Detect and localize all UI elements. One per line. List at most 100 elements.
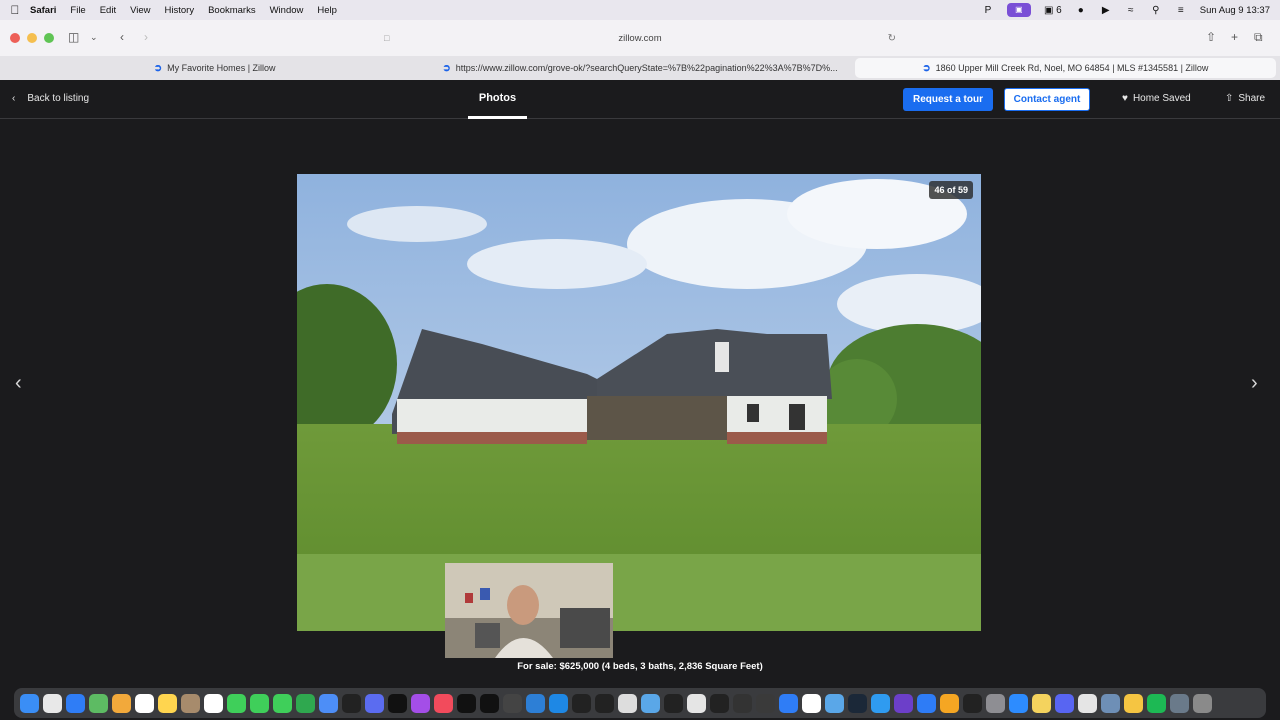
sim-icon[interactable] [756, 693, 775, 713]
keynote-icon[interactable] [917, 693, 936, 713]
notion-icon[interactable] [802, 693, 821, 713]
minimize-window-button[interactable] [27, 33, 37, 43]
contact-agent-button[interactable]: Contact agent [1004, 88, 1090, 111]
menu-window[interactable]: Window [270, 5, 304, 16]
creative-cloud-icon[interactable]: ● [1075, 5, 1087, 16]
tiktok-icon[interactable] [457, 693, 476, 713]
screen-icon[interactable] [733, 693, 752, 713]
notes-icon[interactable] [158, 693, 177, 713]
notes-app-icon[interactable] [1032, 693, 1051, 713]
play-icon[interactable]: ▶ [1100, 5, 1112, 16]
finder-icon[interactable] [20, 693, 39, 713]
cursor-icon[interactable] [572, 693, 591, 713]
testflight-icon[interactable] [825, 693, 844, 713]
wifi-icon[interactable]: ≈ [1125, 5, 1137, 16]
share-toolbar-icon[interactable]: ⇧ [1206, 30, 1216, 44]
back-to-listing-link[interactable]: ‹ Back to listing [12, 93, 89, 104]
photo-counter: 46 of 59 [929, 181, 973, 199]
clock[interactable]: Sun Aug 9 13:37 [1200, 5, 1270, 16]
back-arrow-icon[interactable]: ‹ [120, 30, 124, 44]
screen-share-icon[interactable]: ▣ [1006, 3, 1031, 17]
phone-icon[interactable] [273, 693, 292, 713]
zoom-icon[interactable] [1009, 693, 1028, 713]
previous-photo-arrow[interactable]: ‹ [15, 372, 22, 395]
menu-file[interactable]: File [70, 5, 85, 16]
downloads-icon[interactable] [1170, 693, 1189, 713]
menu-view[interactable]: View [130, 5, 150, 16]
zoom-window-button[interactable] [44, 33, 54, 43]
terminal-icon[interactable] [710, 693, 729, 713]
tab-label: 1860 Upper Mill Creek Rd, Noel, MO 64854… [935, 63, 1209, 73]
control-center-icon[interactable]: ≡ [1175, 5, 1187, 16]
chatgpt-icon[interactable] [480, 693, 499, 713]
arc-icon[interactable] [365, 693, 384, 713]
menu-edit[interactable]: Edit [100, 5, 116, 16]
new-tab-icon[interactable]: + [1231, 30, 1238, 44]
stocks-icon[interactable] [342, 693, 361, 713]
calendar-icon[interactable] [135, 693, 154, 713]
folder-icon[interactable] [641, 693, 660, 713]
contacts-icon[interactable] [181, 693, 200, 713]
numbers-icon[interactable] [296, 693, 315, 713]
music-icon[interactable] [434, 693, 453, 713]
share-button[interactable]: ⇧ Share [1225, 93, 1265, 104]
vscode-icon[interactable] [526, 693, 545, 713]
xcode-icon[interactable] [549, 693, 568, 713]
appstore-icon[interactable] [871, 693, 890, 713]
spark-icon[interactable] [779, 693, 798, 713]
messages-icon[interactable] [250, 693, 269, 713]
spotify-icon[interactable] [1147, 693, 1166, 713]
openai-icon[interactable] [664, 693, 683, 713]
address-bar[interactable]: □ zillow.com ↻ [380, 28, 900, 48]
menu-help[interactable]: Help [317, 5, 337, 16]
safari-icon[interactable] [66, 693, 85, 713]
menu-bookmarks[interactable]: Bookmarks [208, 5, 256, 16]
files-icon[interactable] [618, 693, 637, 713]
epic-icon[interactable] [963, 693, 982, 713]
obsidian-icon[interactable] [894, 693, 913, 713]
calendar-app-icon[interactable] [1078, 693, 1097, 713]
podcasts-icon[interactable] [411, 693, 430, 713]
apple-icon[interactable]:  [0, 3, 30, 17]
webcam-feed-image [445, 563, 613, 658]
parking-icon[interactable]: P [982, 5, 994, 16]
reminders-icon[interactable] [204, 693, 223, 713]
zillow-favicon-icon: ➲ [442, 62, 451, 74]
tab-bar: ➲ My Favorite Homes | Zillow ➲ https://w… [0, 56, 1280, 80]
menu-history[interactable]: History [165, 5, 195, 16]
tab-favorites[interactable]: ➲ My Favorite Homes | Zillow [4, 58, 425, 78]
sidebar-toggle-icon[interactable]: ◫ [68, 30, 79, 44]
pixel-icon[interactable] [1124, 693, 1143, 713]
forward-arrow-icon[interactable]: › [144, 30, 148, 44]
proxyman-icon[interactable] [503, 693, 522, 713]
tab-listing[interactable]: ➲ 1860 Upper Mill Creek Rd, Noel, MO 648… [854, 58, 1276, 78]
pages-icon[interactable] [940, 693, 959, 713]
perplexity-icon[interactable] [595, 693, 614, 713]
settings-icon[interactable] [986, 693, 1005, 713]
listing-photo[interactable]: 46 of 59 [297, 174, 981, 631]
launchpad-icon[interactable] [43, 693, 62, 713]
finder-2-icon[interactable] [1101, 693, 1120, 713]
preview-icon[interactable] [687, 693, 706, 713]
maps-icon[interactable] [89, 693, 108, 713]
menu-app-name[interactable]: Safari [30, 5, 56, 16]
box-icon[interactable]: ▣ 6 [1044, 5, 1062, 16]
reload-icon[interactable]: ↻ [888, 33, 896, 44]
tab-search[interactable]: ➲ https://www.zillow.com/grove-ok/?searc… [429, 58, 850, 78]
photos-icon[interactable] [112, 693, 131, 713]
trash-icon[interactable] [1193, 693, 1212, 713]
tab-overview-icon[interactable]: ⧉ [1254, 30, 1263, 45]
tv-icon[interactable] [388, 693, 407, 713]
steam-icon[interactable] [848, 693, 867, 713]
share-icon: ⇧ [1225, 93, 1234, 104]
facetime-icon[interactable] [227, 693, 246, 713]
tab-photos[interactable]: Photos [468, 92, 527, 104]
mail-icon[interactable] [319, 693, 338, 713]
close-window-button[interactable] [10, 33, 20, 43]
search-icon[interactable]: ⚲ [1150, 5, 1162, 16]
home-saved-button[interactable]: ♥ Home Saved [1122, 93, 1191, 104]
discord-icon[interactable] [1055, 693, 1074, 713]
next-photo-arrow[interactable]: › [1251, 372, 1258, 395]
chevron-down-icon[interactable]: ⌄ [90, 32, 98, 43]
request-tour-button[interactable]: Request a tour [903, 88, 993, 111]
